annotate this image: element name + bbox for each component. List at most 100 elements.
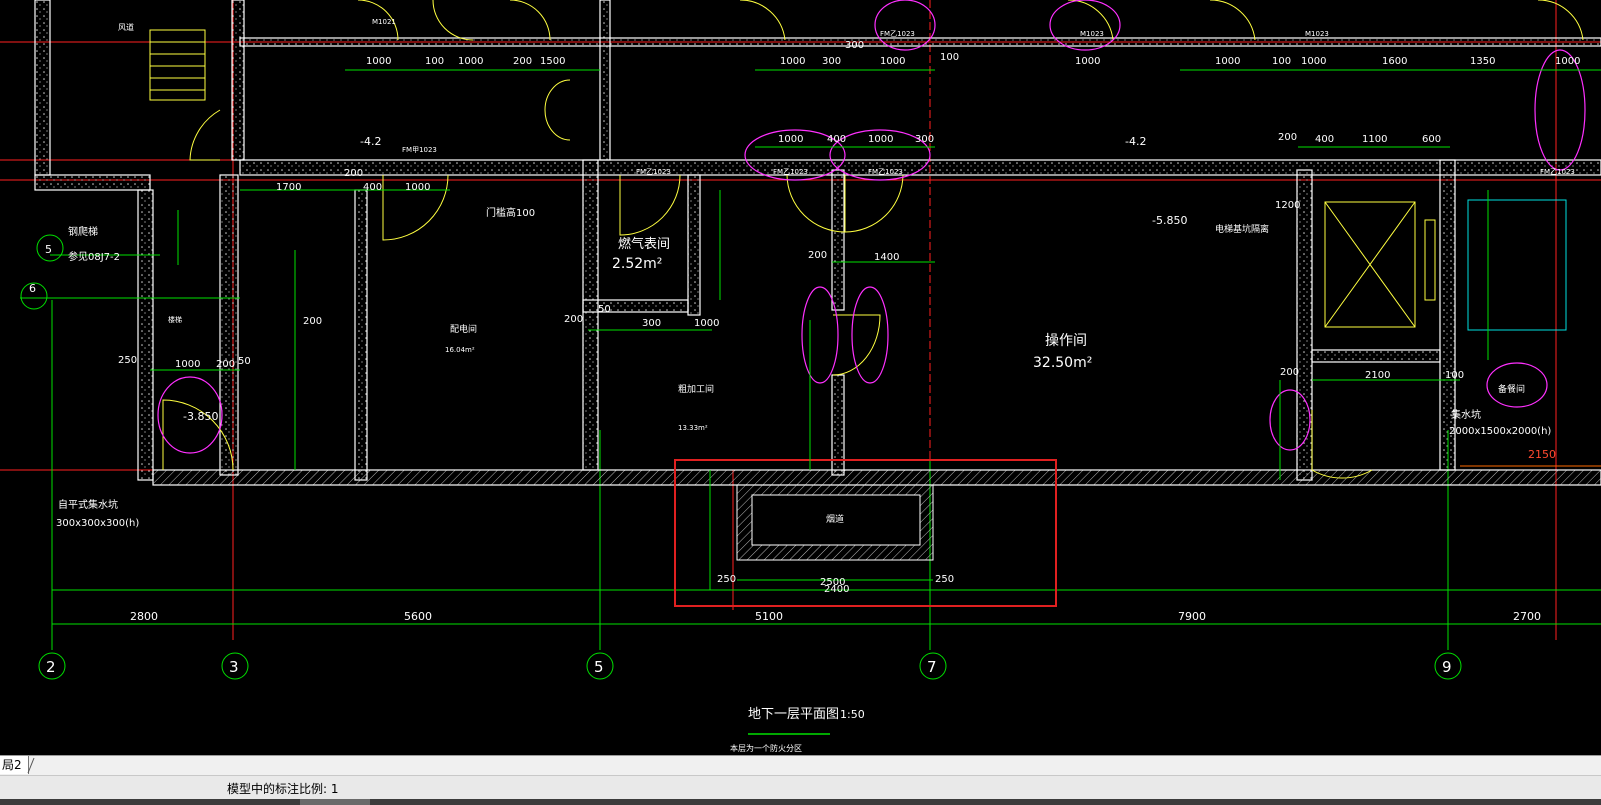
room-gas-meter-area: 2.52m²	[612, 256, 662, 272]
annotation-scale-status[interactable]: 模型中的标注比例: 1	[227, 780, 339, 797]
dim-mid-18: 1000	[175, 359, 200, 370]
door-code-2: FM乙1023	[636, 168, 671, 176]
room-stair: 楼梯	[168, 315, 182, 324]
dim-top-5: 1500	[540, 56, 565, 67]
dim-mid-13: 1400	[874, 252, 899, 263]
dim-mid-12: 200	[344, 168, 363, 179]
drawing-title: 地下一层平面图	[748, 707, 839, 722]
dim-mid-15: 100	[1445, 370, 1464, 381]
revision-clouds	[157, 0, 1586, 454]
layout-tab-bar: 局2	[0, 755, 1601, 775]
dim-mid-11: 1000	[405, 182, 430, 193]
dim-mid-17: 250	[118, 355, 137, 366]
dim-top-12: 100	[1272, 56, 1291, 67]
bay-dim-1: 2800	[130, 610, 158, 623]
floor-plan-drawing: 2150 2 3 5 7 9 5 6 2800 5600 5100 7900 2…	[0, 0, 1601, 753]
dim-mid-27: 200	[303, 316, 322, 327]
dim-mid-29: 1000	[694, 318, 719, 329]
level-mark-4: -3.850	[183, 410, 218, 423]
dim-top-10: 1000	[1075, 56, 1100, 67]
level-mark-3: -5.850	[1152, 214, 1187, 227]
dim-flue-5: 250	[717, 574, 736, 585]
door-code-3: FM乙1023	[773, 168, 808, 176]
dim-mid-14: 2100	[1365, 370, 1390, 381]
bay-dim-4: 7900	[1178, 610, 1206, 623]
axis-label-3: 3	[229, 658, 239, 676]
door-code-11: FM乙1023	[1540, 168, 1575, 176]
room-operation-area: 32.50m²	[1033, 355, 1092, 371]
bay-dim-3: 5100	[755, 610, 783, 623]
dim-top-13: 1000	[1301, 56, 1326, 67]
drawing-subtitle: 本层为一个防火分区	[730, 743, 802, 753]
room-distribution: 配电间	[450, 323, 477, 335]
dim-top-15: 1350	[1470, 56, 1495, 67]
dim-top-7: 300	[822, 56, 841, 67]
dim-top-17: 300	[845, 40, 864, 51]
dim-mid-8: 200	[1278, 132, 1297, 143]
taskbar-strip	[0, 799, 1601, 805]
dim-top-14: 1600	[1382, 56, 1407, 67]
room-rough-work-area: 13.33m²	[678, 424, 708, 432]
note-sump-well: 集水坑	[1451, 408, 1481, 421]
dim-mid-10: 400	[363, 182, 382, 193]
dim-top-11: 1000	[1215, 56, 1240, 67]
bay-dim-5: 2700	[1513, 610, 1541, 623]
cyan-equipment-box	[1467, 199, 1567, 331]
dim-mid-32: 200	[808, 250, 827, 261]
axis-label-6-left: 6	[29, 282, 36, 295]
room-operation: 操作间	[1045, 333, 1087, 349]
dim-mid-4: 300	[915, 134, 934, 145]
dim-mid-7: 600	[1422, 134, 1441, 145]
dim-top-1: 1000	[366, 56, 391, 67]
walls	[34, 0, 1601, 486]
dim-top-16: 1000	[1555, 56, 1580, 67]
room-spare: 备餐间	[1498, 383, 1525, 395]
dim-mid-31: 50	[598, 304, 611, 315]
dim-mid-5: 400	[1315, 134, 1334, 145]
dim-top-9: 100	[940, 52, 959, 63]
axis-label-9: 9	[1442, 658, 1452, 676]
dim-flue-7: 2400	[824, 584, 849, 595]
door-code-7: M1023	[1080, 30, 1104, 38]
door-swings	[162, 0, 1584, 479]
dim-top-2: 100	[425, 56, 444, 67]
note-steel-ladder: 钢爬梯	[68, 225, 98, 238]
dim-mid-19: 200	[216, 359, 235, 370]
tab-layout-2[interactable]: 局2	[0, 756, 29, 774]
level-mark-2: -4.2	[1125, 135, 1146, 148]
elevator-shaft	[1324, 201, 1436, 328]
dim-mid-20: 50	[238, 356, 251, 367]
note-sump-well-size: 2000x1500x2000(h)	[1449, 426, 1551, 437]
dim-mid-30: 200	[564, 314, 583, 325]
drawing-scale: 1:50	[840, 708, 865, 721]
dim-mid-28: 300	[642, 318, 661, 329]
dim-mid-16: 200	[1280, 367, 1299, 378]
dim-orange: 2150	[1528, 448, 1556, 461]
note-ladder-ref: 参见08J7-2	[68, 250, 120, 263]
room-distribution-area: 16.04m²	[445, 346, 475, 354]
axis-label-5-left: 5	[45, 243, 52, 256]
dim-top-8: 1000	[880, 56, 905, 67]
dim-mid-6: 1100	[1362, 134, 1387, 145]
dim-flue-8: 250	[935, 574, 954, 585]
cad-drawing-canvas[interactable]: 2150 2 3 5 7 9 5 6 2800 5600 5100 7900 2…	[0, 0, 1601, 755]
dim-top-6: 1000	[780, 56, 805, 67]
note-sump-pit-size: 300x300x300(h)	[56, 518, 139, 529]
drawing-title-block: 地下一层平面图 1:50 本层为一个防火分区	[730, 707, 865, 753]
status-bar: 模型中的标注比例: 1	[0, 775, 1601, 800]
axis-label-2: 2	[46, 658, 56, 676]
taskbar-segment	[300, 799, 370, 805]
door-code-6: M1021	[372, 18, 396, 26]
room-gas-meter: 燃气表间	[618, 236, 670, 252]
dim-mid-2: 400	[827, 134, 846, 145]
door-code-4: FM乙1023	[868, 168, 903, 176]
note-threshold: 门槛高100	[486, 206, 535, 219]
bay-dim-2: 5600	[404, 610, 432, 623]
dim-mid-3: 1000	[868, 134, 893, 145]
door-code-5: FM乙1023	[880, 30, 915, 38]
door-code-1: FM甲1023	[402, 146, 437, 154]
room-flue: 烟道	[826, 513, 844, 525]
elevator-note: 电梯基坑隔离	[1215, 223, 1269, 235]
dim-mid-22: 1200	[1275, 200, 1300, 211]
dim-top-4: 200	[513, 56, 532, 67]
